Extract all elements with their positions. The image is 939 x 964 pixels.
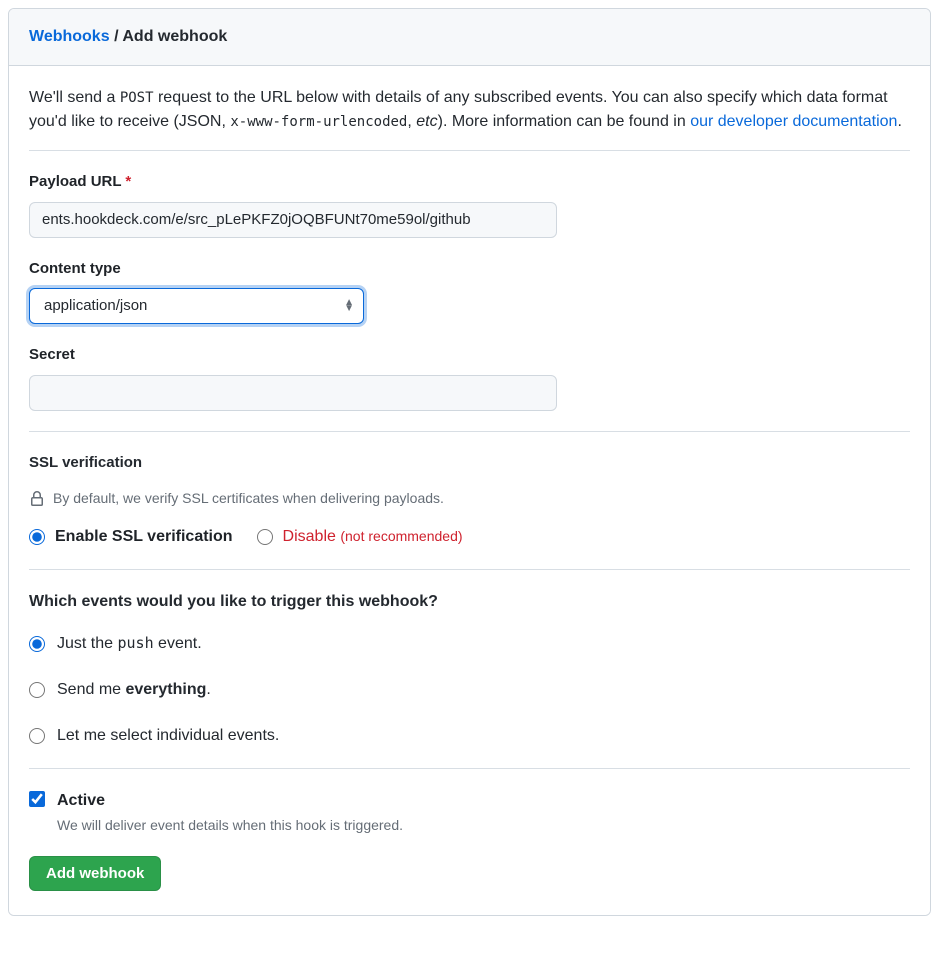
divider: [29, 150, 910, 151]
content-type-select[interactable]: application/json: [29, 288, 364, 324]
divider: [29, 431, 910, 432]
breadcrumb-current: Add webhook: [122, 28, 227, 45]
ssl-disable-note: (not recommended): [340, 528, 462, 544]
ssl-enable-label: Enable SSL verification: [55, 525, 233, 549]
active-text-col: Active We will deliver event details whe…: [57, 789, 403, 836]
events-section: Which events would you like to trigger t…: [29, 590, 910, 748]
ssl-disable-option[interactable]: Disable (not recommended): [257, 525, 463, 549]
events-push-option[interactable]: Just the push event.: [29, 632, 910, 656]
events-everything-radio[interactable]: [29, 682, 45, 698]
content-type-select-wrap: application/json ▲▼: [29, 288, 364, 324]
active-label: Active: [57, 789, 403, 813]
intro-code-post: POST: [120, 90, 154, 106]
secret-group: Secret: [29, 344, 910, 411]
events-push-b: event.: [154, 635, 202, 652]
content-type-label: Content type: [29, 258, 910, 281]
payload-url-group: Payload URL *: [29, 171, 910, 238]
events-push-label: Just the push event.: [57, 632, 202, 656]
events-individual-label: Let me select individual events.: [57, 724, 279, 748]
active-checkbox[interactable]: [29, 791, 45, 807]
ssl-section: SSL verification By default, we verify S…: [29, 452, 910, 550]
divider: [29, 569, 910, 570]
ssl-radio-row: Enable SSL verification Disable (not rec…: [29, 525, 910, 549]
webhook-panel: Webhooks / Add webhook We'll send a POST…: [8, 8, 931, 916]
events-everything-label: Send me everything.: [57, 678, 211, 702]
events-individual-option[interactable]: Let me select individual events.: [29, 724, 910, 748]
secret-input[interactable]: [29, 375, 557, 411]
ssl-enable-radio[interactable]: [29, 529, 45, 545]
ssl-disable-radio[interactable]: [257, 529, 273, 545]
intro-code-urlencoded: x-www-form-urlencoded: [230, 114, 407, 130]
intro-part: ,: [407, 113, 416, 130]
panel-body: We'll send a POST request to the URL bel…: [9, 66, 930, 915]
active-checkbox-wrap: [29, 789, 45, 813]
intro-part: .: [897, 113, 901, 130]
events-individual-radio[interactable]: [29, 728, 45, 744]
events-push-a: Just the: [57, 635, 117, 652]
breadcrumb-parent-link[interactable]: Webhooks: [29, 28, 110, 45]
events-everything-option[interactable]: Send me everything.: [29, 678, 910, 702]
payload-url-input[interactable]: [29, 202, 557, 238]
secret-label: Secret: [29, 344, 910, 367]
add-webhook-button[interactable]: Add webhook: [29, 856, 161, 891]
ssl-disable-label: Disable (not recommended): [283, 525, 463, 549]
active-row: Active We will deliver event details whe…: [29, 789, 910, 836]
payload-url-label: Payload URL *: [29, 171, 910, 194]
intro-part: ). More information can be found in: [438, 113, 691, 130]
events-heading: Which events would you like to trigger t…: [29, 590, 910, 614]
events-everything-bold: everything: [125, 681, 206, 698]
ssl-enable-option[interactable]: Enable SSL verification: [29, 525, 233, 549]
ssl-note-text: By default, we verify SSL certificates w…: [53, 488, 444, 509]
events-push-radio[interactable]: [29, 636, 45, 652]
divider: [29, 768, 910, 769]
lock-icon: [29, 491, 45, 507]
ssl-heading: SSL verification: [29, 452, 910, 475]
intro-etc: etc: [416, 113, 437, 130]
required-asterisk: *: [125, 173, 131, 190]
breadcrumb: Webhooks / Add webhook: [9, 9, 930, 66]
intro-part: We'll send a: [29, 89, 120, 106]
content-type-group: Content type application/json ▲▼: [29, 258, 910, 325]
active-subtext: We will deliver event details when this …: [57, 815, 403, 836]
events-push-code: push: [117, 634, 153, 652]
ssl-disable-text: Disable: [283, 528, 336, 545]
developer-docs-link[interactable]: our developer documentation: [690, 113, 897, 130]
intro-text: We'll send a POST request to the URL bel…: [29, 86, 910, 134]
events-everything-a: Send me: [57, 681, 125, 698]
ssl-note: By default, we verify SSL certificates w…: [29, 488, 910, 509]
events-everything-b: .: [206, 681, 210, 698]
label-text: Payload URL: [29, 173, 121, 190]
